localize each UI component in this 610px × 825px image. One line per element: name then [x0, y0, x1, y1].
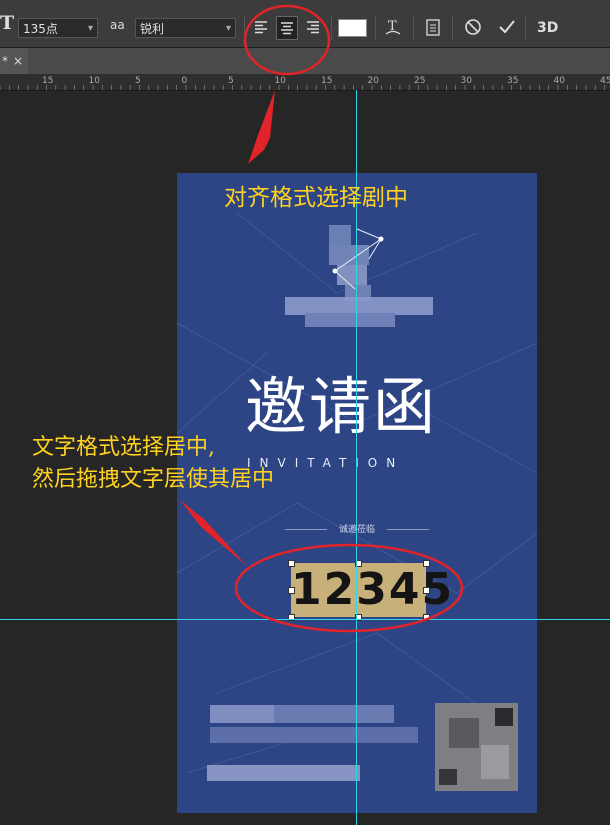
- annotation-top: 对齐格式选择剧中: [224, 185, 408, 211]
- annotation-bottom: 文字格式选择居中, 然后拖拽文字层使其居中: [32, 432, 274, 496]
- highlight-ellipse: [234, 543, 464, 633]
- annotation-bottom-line1: 文字格式选择居中,: [32, 435, 215, 460]
- arrow-icon: [248, 90, 275, 164]
- highlight-ellipse: [243, 4, 331, 76]
- annotation-overlay: [180, 4, 464, 633]
- arrow-icon: [180, 500, 247, 566]
- annotation-bottom-line2: 然后拖拽文字层使其居中: [32, 467, 275, 492]
